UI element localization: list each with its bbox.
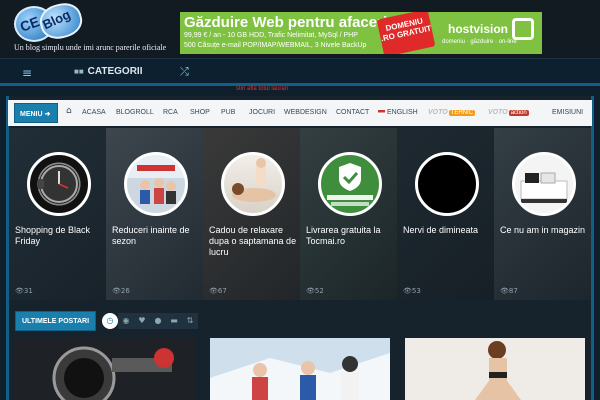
massage-image <box>232 158 276 202</box>
featured-post[interactable]: Ce nu am in magazin 👁87 <box>494 128 591 300</box>
menu-item-voto-action[interactable]: VOTO action <box>488 109 529 116</box>
site-tagline: Un blog simplu unde imi arunc parerile o… <box>14 43 167 52</box>
featured-thumbnail <box>27 152 91 216</box>
featured-post[interactable]: Livrarea gratuita la Tocmai.ro 👁52 <box>300 128 397 300</box>
featured-post[interactable]: Cadou de relaxare dupa o saptamana de lu… <box>203 128 300 300</box>
bed-image <box>520 172 568 203</box>
skiers-image <box>210 338 390 400</box>
clock-icon[interactable]: ◷ <box>102 313 118 329</box>
post-thumbnail[interactable] <box>210 338 390 400</box>
menu-item-english[interactable]: ENGLISH <box>378 109 418 116</box>
view-count: 👁26 <box>112 287 130 295</box>
ad-text: 99,99 € / an - 10 GB HDD, Trafic Nelimit… <box>184 32 358 39</box>
hamburger-icon[interactable]: ≡ <box>22 66 32 80</box>
post-thumbnail[interactable] <box>14 338 195 400</box>
meniu-button[interactable]: MENIU ➜ <box>14 103 58 123</box>
woman-image <box>405 338 585 400</box>
view-count: 👁53 <box>403 287 421 295</box>
featured-thumbnail <box>318 152 382 216</box>
view-count: 👁87 <box>500 287 518 295</box>
eye-icon[interactable]: ◉ <box>118 313 134 329</box>
eye-icon: 👁 <box>209 287 218 295</box>
featured-slider: Shopping de Black Friday 👁31 Reduceri in… <box>9 128 591 300</box>
featured-post[interactable]: Nervi de dimineata 👁53 <box>397 128 494 300</box>
ad-brand-logo-icon <box>512 18 534 40</box>
featured-title[interactable]: Reduceri inainte de sezon <box>112 225 204 247</box>
view-count: 👁31 <box>15 287 33 295</box>
watch-image <box>14 338 195 400</box>
featured-thumbnail <box>221 152 285 216</box>
featured-title[interactable]: Ce nu am in magazin <box>500 225 591 236</box>
site-header: CE Blog Un blog simplu unde imi arunc pa… <box>0 0 600 58</box>
categories-button[interactable]: ■■ CATEGORII <box>74 66 143 77</box>
ad-badge: DOMENIU .RO GRATUIT <box>376 12 436 54</box>
user-icon[interactable]: ● <box>150 313 166 329</box>
featured-post[interactable]: Reduceri inainte de sezon 👁26 <box>106 128 203 300</box>
comment-icon[interactable]: ▬ <box>166 313 182 329</box>
latest-posts-tab[interactable]: ULTIMELE POSTARI <box>15 311 97 331</box>
featured-title[interactable]: Livrarea gratuita la Tocmai.ro <box>306 225 398 247</box>
red-link[interactable]: stiri afla totul lauran <box>236 86 288 92</box>
latest-posts-bar: ULTIMELE POSTARI ◷ ◉ ♥ ● ▬ ⇅ <box>8 310 592 334</box>
flag-icon <box>378 109 385 115</box>
eye-icon: 👁 <box>500 287 509 295</box>
menu-item-shop[interactable]: SHOP <box>190 109 210 116</box>
shuffle-icon[interactable]: ⤮ <box>180 65 189 79</box>
view-count: 👁67 <box>209 287 227 295</box>
ad-brand-tagline: domeniu · găzduire · on-line <box>442 39 517 45</box>
skiers-image <box>137 165 176 204</box>
categories-label: CATEGORII <box>87 66 143 77</box>
watch-icon <box>38 165 78 203</box>
featured-thumbnail <box>512 152 576 216</box>
ad-text: 500 Căsuțe e-mail POP/IMAP/WEBMAIL, 3 Ni… <box>184 42 367 49</box>
ad-brand: hostvision <box>448 22 509 36</box>
featured-title[interactable]: Nervi de dimineata <box>403 225 495 236</box>
heart-icon[interactable]: ♥ <box>134 313 150 329</box>
featured-title[interactable]: Cadou de relaxare dupa o saptamana de lu… <box>209 225 301 258</box>
ad-title: Găzduire Web pentru afaceri. <box>184 14 392 31</box>
menu-item-webdesign[interactable]: WEBDESIGN <box>284 109 327 116</box>
hosting-ad-banner[interactable]: Găzduire Web pentru afaceri. 99,99 € / a… <box>180 12 542 54</box>
featured-post[interactable]: Shopping de Black Friday 👁31 <box>9 128 106 300</box>
menu-item-blogroll[interactable]: BLOGROLL <box>116 109 154 116</box>
featured-thumbnail <box>415 152 479 216</box>
eye-icon: 👁 <box>15 287 24 295</box>
post-thumbnail[interactable] <box>405 338 585 400</box>
site-logo[interactable]: CE Blog <box>14 0 86 44</box>
menu-item-rca[interactable]: RCA <box>163 109 178 116</box>
menu-item-contact[interactable]: CONTACT <box>336 109 369 116</box>
menu-item-voto-tehnic[interactable]: VOTO TEHNIC <box>428 109 476 116</box>
top-navigation: ≡ ■■ CATEGORII ⤮ <box>0 58 600 86</box>
eye-icon: 👁 <box>112 287 121 295</box>
menu-item-jocuri[interactable]: JOCURI <box>249 109 275 116</box>
menu-item-emisiuni[interactable]: EMISIUNI <box>552 109 583 116</box>
sort-icon[interactable]: ⇅ <box>182 313 198 329</box>
main-menu: MENIU ➜ ⌂ ACASA BLOGROLL RCA SHOP PUB JO… <box>8 100 592 126</box>
menu-item-acasa[interactable]: ACASA <box>82 109 106 116</box>
shield-check-icon <box>327 163 373 206</box>
menu-item-pub[interactable]: PUB <box>221 109 235 116</box>
view-count: 👁52 <box>306 287 324 295</box>
featured-thumbnail <box>124 152 188 216</box>
grid-icon: ■■ <box>74 67 84 76</box>
home-icon[interactable]: ⌂ <box>66 106 72 116</box>
eye-icon: 👁 <box>403 287 412 295</box>
featured-title[interactable]: Shopping de Black Friday <box>15 225 107 247</box>
eye-icon: 👁 <box>306 287 315 295</box>
